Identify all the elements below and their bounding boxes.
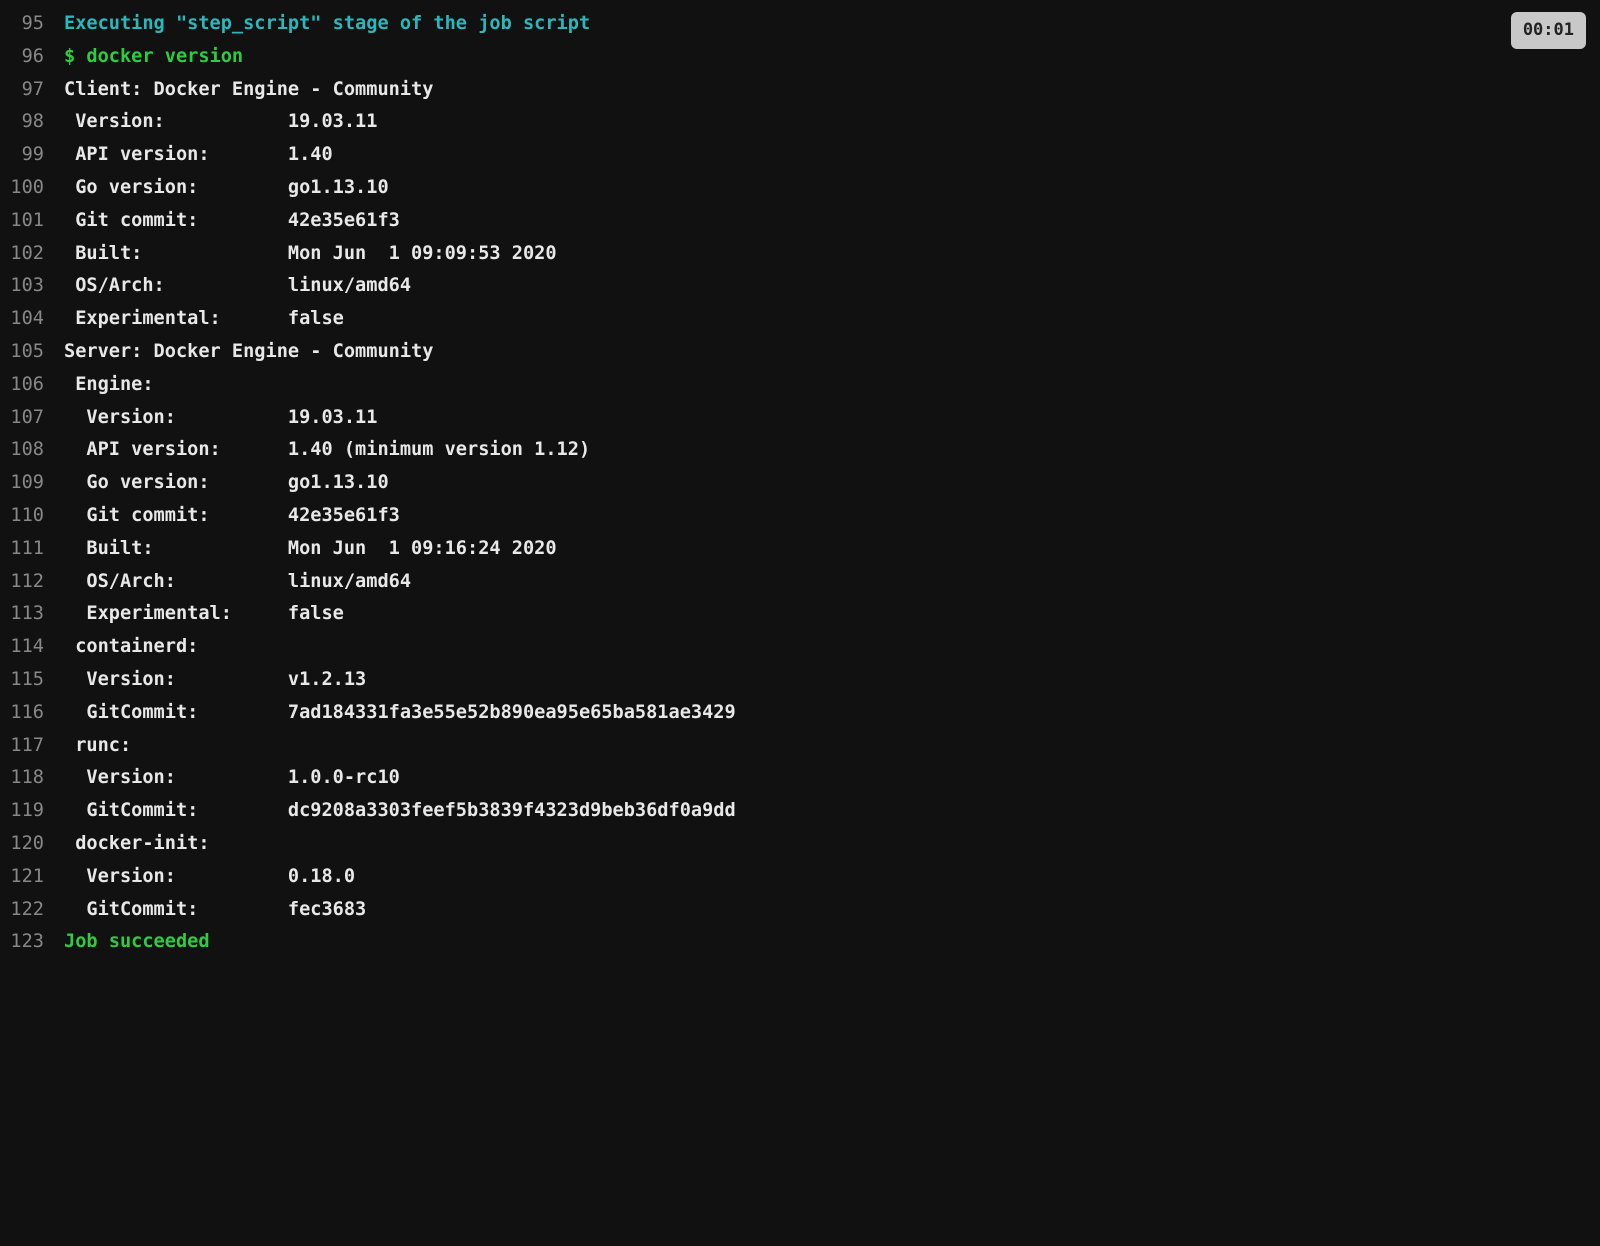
log-line[interactable]: 119 GitCommit: dc9208a3303feef5b3839f432… — [0, 795, 1600, 828]
log-line[interactable]: 109 Go version: go1.13.10 — [0, 467, 1600, 500]
line-content: Go version: go1.13.10 — [64, 467, 1600, 500]
line-content: Version: 19.03.11 — [64, 402, 1600, 435]
line-number[interactable]: 114 — [0, 631, 64, 664]
line-number[interactable]: 117 — [0, 730, 64, 763]
log-line[interactable]: 105Server: Docker Engine - Community — [0, 336, 1600, 369]
log-line[interactable]: 113 Experimental: false — [0, 598, 1600, 631]
line-content: Client: Docker Engine - Community — [64, 74, 1600, 107]
line-number[interactable]: 118 — [0, 762, 64, 795]
line-number[interactable]: 119 — [0, 795, 64, 828]
log-line[interactable]: 118 Version: 1.0.0-rc10 — [0, 762, 1600, 795]
line-content: Version: 0.18.0 — [64, 861, 1600, 894]
log-line[interactable]: 102 Built: Mon Jun 1 09:09:53 2020 — [0, 238, 1600, 271]
log-line[interactable]: 106 Engine: — [0, 369, 1600, 402]
line-number[interactable]: 106 — [0, 369, 64, 402]
line-number[interactable]: 123 — [0, 926, 64, 959]
log-line[interactable]: 108 API version: 1.40 (minimum version 1… — [0, 434, 1600, 467]
line-content: Built: Mon Jun 1 09:09:53 2020 — [64, 238, 1600, 271]
line-number[interactable]: 104 — [0, 303, 64, 336]
line-content: Server: Docker Engine - Community — [64, 336, 1600, 369]
log-line[interactable]: 110 Git commit: 42e35e61f3 — [0, 500, 1600, 533]
line-number[interactable]: 98 — [0, 106, 64, 139]
line-content: docker-init: — [64, 828, 1600, 861]
log-line[interactable]: 116 GitCommit: 7ad184331fa3e55e52b890ea9… — [0, 697, 1600, 730]
log-line[interactable]: 99 API version: 1.40 — [0, 139, 1600, 172]
log-line[interactable]: 97Client: Docker Engine - Community — [0, 74, 1600, 107]
line-number[interactable]: 101 — [0, 205, 64, 238]
log-line[interactable]: 101 Git commit: 42e35e61f3 — [0, 205, 1600, 238]
line-content: runc: — [64, 730, 1600, 763]
line-number[interactable]: 122 — [0, 894, 64, 927]
line-number[interactable]: 115 — [0, 664, 64, 697]
log-line[interactable]: 120 docker-init: — [0, 828, 1600, 861]
line-content: GitCommit: dc9208a3303feef5b3839f4323d9b… — [64, 795, 1600, 828]
line-number[interactable]: 111 — [0, 533, 64, 566]
log-line[interactable]: 117 runc: — [0, 730, 1600, 763]
line-number[interactable]: 96 — [0, 41, 64, 74]
log-line[interactable]: 112 OS/Arch: linux/amd64 — [0, 566, 1600, 599]
line-content: API version: 1.40 (minimum version 1.12) — [64, 434, 1600, 467]
line-content: GitCommit: 7ad184331fa3e55e52b890ea95e65… — [64, 697, 1600, 730]
line-number[interactable]: 95 — [0, 8, 64, 41]
line-content: Job succeeded — [64, 926, 1600, 959]
line-content: Go version: go1.13.10 — [64, 172, 1600, 205]
line-number[interactable]: 99 — [0, 139, 64, 172]
log-line[interactable]: 104 Experimental: false — [0, 303, 1600, 336]
line-number[interactable]: 120 — [0, 828, 64, 861]
line-number[interactable]: 112 — [0, 566, 64, 599]
log-line[interactable]: 100 Go version: go1.13.10 — [0, 172, 1600, 205]
line-number[interactable]: 107 — [0, 402, 64, 435]
line-number[interactable]: 121 — [0, 861, 64, 894]
line-content: GitCommit: fec3683 — [64, 894, 1600, 927]
line-content: Version: v1.2.13 — [64, 664, 1600, 697]
line-number[interactable]: 102 — [0, 238, 64, 271]
log-line[interactable]: 107 Version: 19.03.11 — [0, 402, 1600, 435]
line-number[interactable]: 100 — [0, 172, 64, 205]
log-line[interactable]: 95Executing "step_script" stage of the j… — [0, 8, 1600, 41]
line-content: OS/Arch: linux/amd64 — [64, 566, 1600, 599]
job-log-output: 00:01 95Executing "step_script" stage of… — [0, 8, 1600, 959]
log-line[interactable]: 123Job succeeded — [0, 926, 1600, 959]
log-line[interactable]: 122 GitCommit: fec3683 — [0, 894, 1600, 927]
line-number[interactable]: 116 — [0, 697, 64, 730]
log-line[interactable]: 96$ docker version — [0, 41, 1600, 74]
line-content: OS/Arch: linux/amd64 — [64, 270, 1600, 303]
log-line[interactable]: 111 Built: Mon Jun 1 09:16:24 2020 — [0, 533, 1600, 566]
line-number[interactable]: 103 — [0, 270, 64, 303]
line-content: $ docker version — [64, 41, 1600, 74]
log-line[interactable]: 114 containerd: — [0, 631, 1600, 664]
log-line[interactable]: 115 Version: v1.2.13 — [0, 664, 1600, 697]
log-line[interactable]: 98 Version: 19.03.11 — [0, 106, 1600, 139]
line-content: Engine: — [64, 369, 1600, 402]
line-number[interactable]: 108 — [0, 434, 64, 467]
line-number[interactable]: 105 — [0, 336, 64, 369]
line-content: Git commit: 42e35e61f3 — [64, 205, 1600, 238]
line-content: Experimental: false — [64, 598, 1600, 631]
line-content: containerd: — [64, 631, 1600, 664]
log-line[interactable]: 103 OS/Arch: linux/amd64 — [0, 270, 1600, 303]
line-content: API version: 1.40 — [64, 139, 1600, 172]
line-number[interactable]: 97 — [0, 74, 64, 107]
line-content: Git commit: 42e35e61f3 — [64, 500, 1600, 533]
line-content: Version: 1.0.0-rc10 — [64, 762, 1600, 795]
log-line[interactable]: 121 Version: 0.18.0 — [0, 861, 1600, 894]
line-number[interactable]: 109 — [0, 467, 64, 500]
line-content: Built: Mon Jun 1 09:16:24 2020 — [64, 533, 1600, 566]
line-content: Experimental: false — [64, 303, 1600, 336]
line-number[interactable]: 113 — [0, 598, 64, 631]
line-content: Executing "step_script" stage of the job… — [64, 8, 1600, 41]
line-number[interactable]: 110 — [0, 500, 64, 533]
line-content: Version: 19.03.11 — [64, 106, 1600, 139]
